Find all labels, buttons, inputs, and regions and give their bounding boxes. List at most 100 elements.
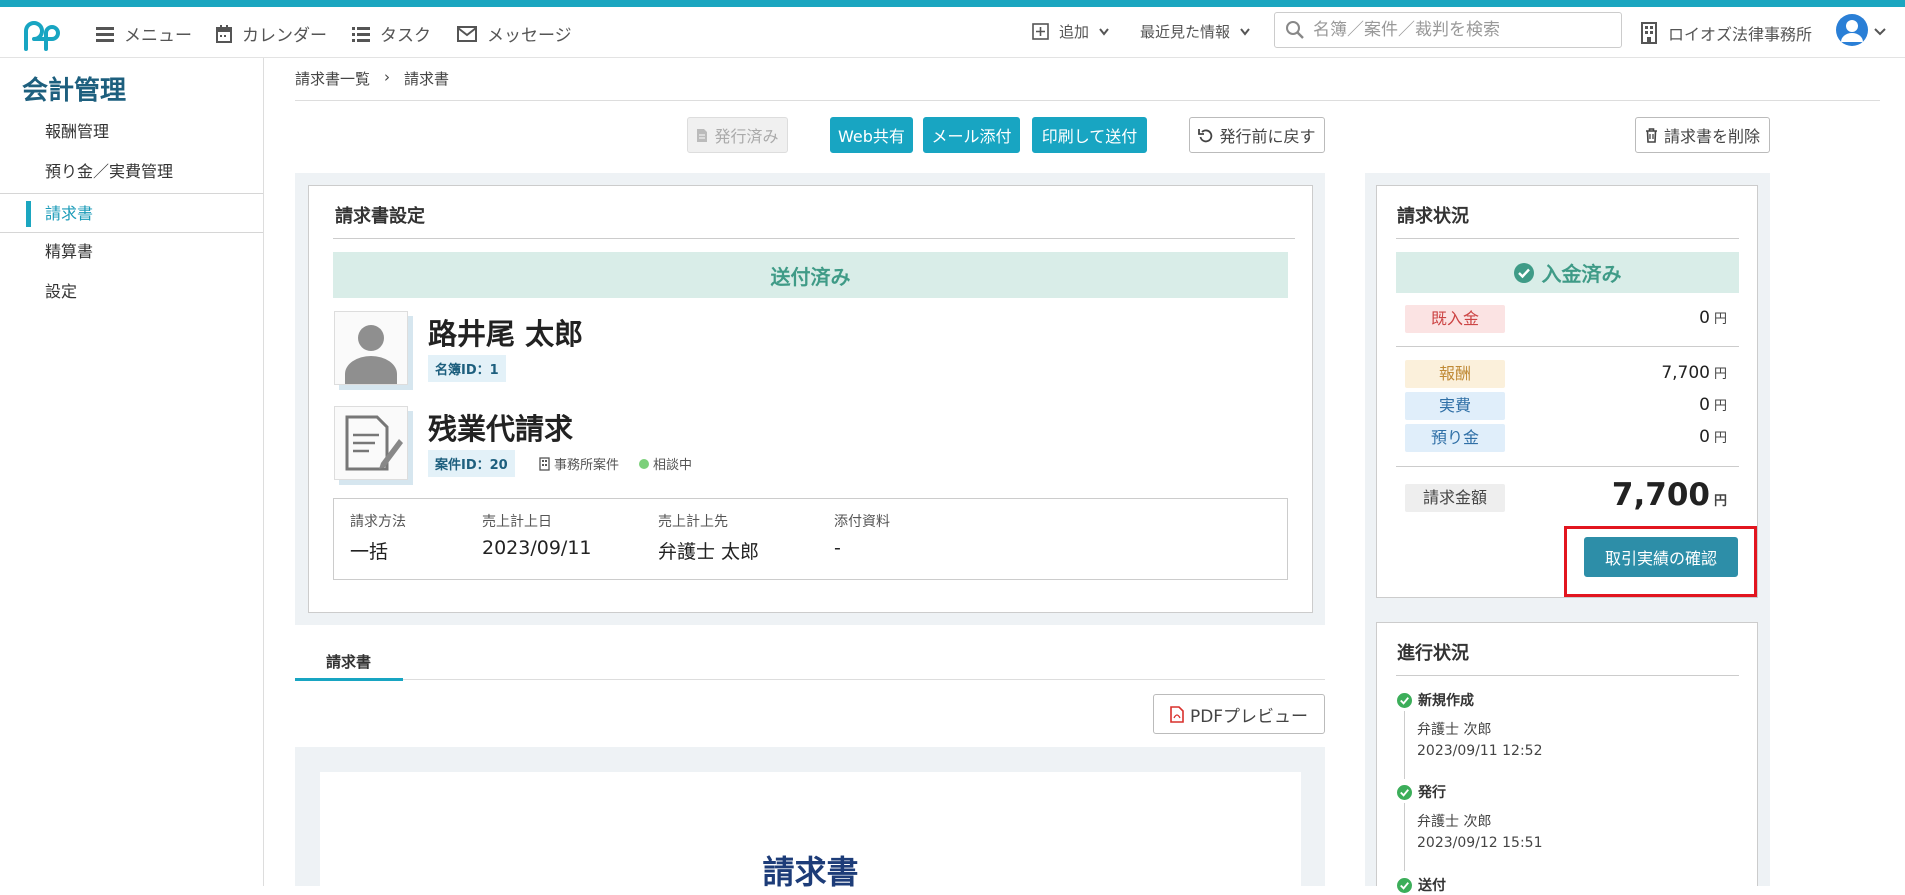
person-name[interactable]: 路井尾 太郎 — [428, 311, 583, 353]
sidebar-item-invoices[interactable]: 請求書 — [0, 193, 263, 233]
print-send-button[interactable]: 印刷して送付 — [1032, 117, 1147, 153]
check-circle-icon — [1397, 784, 1412, 800]
person-id-tag: 名簿ID：1 — [428, 355, 506, 382]
fee-amount-value: 7,700 — [1661, 363, 1710, 383]
step-connector — [1404, 803, 1405, 871]
nav-calendar[interactable]: カレンダー — [216, 21, 327, 46]
breadcrumb-separator: › — [384, 68, 391, 86]
person-thumbnail — [334, 311, 408, 385]
search-input[interactable] — [1311, 19, 1615, 41]
field-label-sales-date: 売上計上日 — [482, 514, 552, 530]
list-icon — [352, 26, 370, 42]
user-icon — [1841, 20, 1863, 42]
building-icon — [1641, 22, 1657, 44]
chevron-down-icon[interactable] — [1874, 28, 1886, 36]
progress-card: 進行状況 新規作成 弁護士 次郎 2023/09/11 12:52 発行 弁護士… — [1376, 622, 1758, 894]
top-accent-bar — [0, 0, 1905, 7]
document-edit-icon — [345, 415, 403, 471]
search-icon — [1286, 21, 1304, 39]
step-created-user: 弁護士 次郎 — [1417, 722, 1492, 738]
breakdown-separator — [1396, 466, 1739, 467]
app-header: メニュー カレンダー タスク メッセージ 追加 最近見た情報 ロイオズ法律事務所 — [0, 7, 1905, 58]
breadcrumb: 請求書一覧 › 請求書 — [295, 68, 449, 89]
step-connector — [1404, 711, 1405, 779]
step-created-title: 新規作成 — [1418, 693, 1474, 709]
field-value-attachments: - — [834, 537, 841, 559]
pdf-preview-button[interactable]: PDFプレビュー — [1153, 694, 1325, 734]
hamburger-icon — [96, 26, 114, 42]
preview-document: 請求書 — [320, 772, 1301, 891]
deposit-amount-unit: 円 — [1713, 431, 1727, 446]
progress-card-title: 進行状況 — [1397, 643, 1469, 664]
trash-icon — [1645, 127, 1657, 143]
breadcrumb-current: 請求書 — [404, 70, 450, 88]
step-sent: 送付 — [1397, 875, 1446, 895]
chevron-down-icon — [1240, 27, 1250, 36]
issued-button[interactable]: 発行済み — [687, 117, 788, 153]
app-logo[interactable] — [18, 13, 60, 53]
invoice-settings-card: 請求書設定 送付済み 路井尾 太郎 名簿ID：1 残業代請求 案件ID：20 事… — [308, 185, 1313, 613]
expense-amount-value: 0 — [1699, 395, 1710, 415]
field-value-sales-date: 2023/09/11 — [482, 537, 592, 559]
revert-button-label: 発行前に戻す — [1219, 127, 1316, 146]
case-id-tag: 案件ID：20 — [428, 450, 515, 477]
revert-button[interactable]: 発行前に戻す — [1189, 117, 1325, 153]
received-pill: 既入金 — [1405, 305, 1505, 333]
step-issued: 発行 — [1397, 782, 1446, 802]
nav-calendar-label: カレンダー — [242, 26, 327, 46]
office-name: ロイオズ法律事務所 — [1668, 25, 1813, 44]
sidebar: 会計管理 報酬管理 預り金／実費管理 請求書 精算書 設定 — [0, 58, 264, 886]
add-menu[interactable]: 追加 — [1032, 21, 1109, 42]
calendar-icon — [216, 24, 232, 43]
sidebar-item-fees[interactable]: 報酬管理 — [0, 112, 263, 152]
sidebar-item-settlements[interactable]: 精算書 — [0, 232, 263, 272]
delete-invoice-button[interactable]: 請求書を削除 — [1635, 117, 1770, 153]
recent-menu[interactable]: 最近見た情報 — [1140, 21, 1250, 42]
paid-status-banner: 入金済み — [1396, 252, 1739, 293]
step-issued-user: 弁護士 次郎 — [1417, 814, 1492, 830]
field-value-method: 一括 — [350, 541, 389, 563]
user-avatar[interactable] — [1836, 14, 1868, 46]
invoice-info-box: 請求方法 一括 売上計上日 2023/09/11 売上計上先 弁護士 太郎 添付… — [333, 498, 1288, 580]
status-dot-icon — [639, 458, 649, 469]
global-search[interactable] — [1274, 12, 1622, 48]
envelope-icon — [457, 25, 477, 42]
tab-active-indicator — [295, 678, 403, 681]
breadcrumb-invoice-list[interactable]: 請求書一覧 — [295, 68, 370, 89]
pdf-preview-label: PDFプレビュー — [1189, 706, 1309, 727]
preview-document-title: 請求書 — [762, 853, 859, 891]
step-created: 新規作成 — [1397, 690, 1474, 710]
nav-menu-label: メニュー — [124, 26, 192, 46]
office-switcher[interactable]: ロイオズ法律事務所 — [1640, 21, 1812, 45]
issued-button-label: 発行済み — [714, 127, 779, 146]
tab-bar-rule — [295, 679, 1325, 680]
nav-task[interactable]: タスク — [352, 21, 431, 46]
nav-message[interactable]: メッセージ — [457, 21, 572, 46]
case-name[interactable]: 残業代請求 — [428, 406, 573, 448]
sidebar-item-settings[interactable]: 設定 — [0, 272, 263, 312]
sidebar-title: 会計管理 — [22, 76, 127, 106]
mail-attach-button[interactable]: メール添付 — [923, 117, 1020, 153]
total-amount: 7,700 円 — [1612, 477, 1727, 513]
highlight-box — [1564, 526, 1757, 597]
nav-message-label: メッセージ — [487, 26, 572, 46]
delete-invoice-button-label: 請求書を削除 — [1663, 127, 1760, 146]
sidebar-item-deposits[interactable]: 預り金／実費管理 — [0, 152, 263, 192]
tab-invoice[interactable]: 請求書 — [326, 651, 371, 672]
case-thumbnail — [334, 406, 408, 480]
field-label-attachments: 添付資料 — [834, 514, 890, 530]
fee-pill: 報酬 — [1405, 360, 1505, 388]
case-type-label: 事務所案件 — [554, 458, 620, 473]
check-circle-icon — [1397, 692, 1412, 708]
field-value-sales-to: 弁護士 太郎 — [658, 541, 760, 563]
received-amount-unit: 円 — [1713, 312, 1727, 327]
pdf-file-icon — [1170, 705, 1184, 723]
nav-menu[interactable]: メニュー — [96, 21, 192, 46]
step-issued-title: 発行 — [1418, 785, 1446, 801]
chevron-down-icon — [1099, 27, 1109, 36]
expense-amount-unit: 円 — [1713, 399, 1727, 414]
total-pill: 請求金額 — [1405, 484, 1505, 512]
total-amount-value: 7,700 — [1611, 477, 1710, 513]
received-amount-value: 0 — [1699, 308, 1710, 328]
web-share-button[interactable]: Web共有 — [830, 117, 913, 153]
